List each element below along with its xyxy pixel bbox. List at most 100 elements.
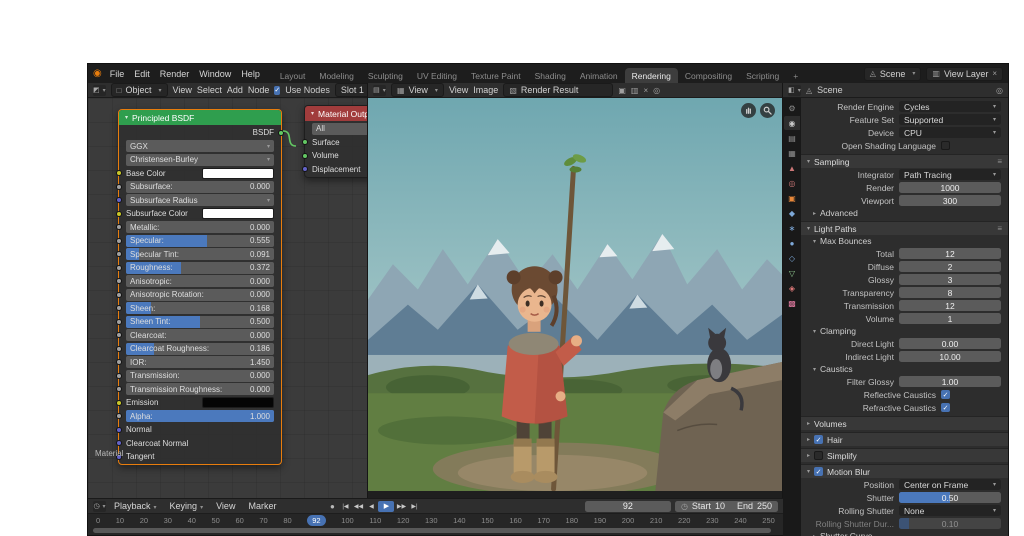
tab-tool[interactable]: ⚙ <box>784 101 800 115</box>
editor-type-dropdown[interactable]: ◷ <box>93 500 106 512</box>
remove-view-layer-icon[interactable]: × <box>992 69 997 78</box>
collapse-icon[interactable]: ▾ <box>311 110 314 117</box>
advanced-subpanel-header[interactable]: ▸ Advanced <box>801 207 1008 219</box>
value-slider[interactable]: Transmission: 0.000 <box>126 369 274 382</box>
tab-particles[interactable]: ∗ <box>784 221 800 235</box>
presets-icon[interactable]: ≡ <box>997 224 1002 233</box>
workspace-tab[interactable]: Scripting <box>739 68 786 83</box>
samples-render-field[interactable]: 1000 <box>899 182 1001 193</box>
caustics-subpanel-header[interactable]: ▾ Caustics <box>801 363 1008 375</box>
device-dropdown[interactable]: CPU ▾ <box>899 127 1001 138</box>
workspace-tab[interactable]: Layout <box>273 68 313 83</box>
workspace-tab[interactable]: + <box>786 68 805 83</box>
value-slider[interactable]: IOR: 1.450 <box>126 356 274 368</box>
frame-range-fields[interactable]: ◷ Start 10 End 250 <box>674 500 778 512</box>
float-input-socket[interactable] <box>116 278 122 284</box>
feature-set-dropdown[interactable]: Supported ▾ <box>899 114 1001 125</box>
value-slider[interactable]: Metallic: 0.000 <box>126 221 274 233</box>
motion-blur-checkbox[interactable] <box>814 467 824 476</box>
volume-input-socket[interactable] <box>302 152 308 159</box>
workspace-tab[interactable]: Modeling <box>312 68 361 83</box>
vector-input-socket[interactable] <box>116 440 122 446</box>
bounce-field[interactable]: 3 <box>899 274 1001 285</box>
editor-type-dropdown[interactable]: ◧ <box>788 84 801 96</box>
next-keyframe-button[interactable]: ▶▶ <box>395 501 407 512</box>
alpha-socket[interactable] <box>116 413 122 419</box>
image-editor-menu[interactable]: View <box>449 85 468 95</box>
zoom-button[interactable] <box>760 103 775 118</box>
editor-type-dropdown[interactable]: ◩ <box>93 84 106 96</box>
max-bounces-subpanel-header[interactable]: ▾ Max Bounces <box>801 235 1008 247</box>
float-input-socket[interactable] <box>116 332 122 338</box>
bounce-field[interactable]: 12 <box>899 248 1001 259</box>
tab-output[interactable]: ▤ <box>784 131 800 145</box>
render-engine-dropdown[interactable]: Cycles ▾ <box>899 101 1001 112</box>
hair-section-header[interactable]: ▸Hair <box>801 432 1008 446</box>
float-input-socket[interactable] <box>116 251 122 257</box>
float-input-socket[interactable] <box>116 372 122 379</box>
timeline-scrollbar[interactable] <box>88 526 783 535</box>
image-datablock-selector[interactable]: ▧ Render Result <box>503 83 614 97</box>
playback-menu[interactable]: Playback <box>109 500 162 512</box>
subsurface-color-socket[interactable] <box>116 210 122 217</box>
pin-icon[interactable]: ◎ <box>996 86 1003 95</box>
base-color-swatch[interactable] <box>202 167 274 179</box>
value-slider[interactable]: Specular: 0.555 <box>126 234 274 247</box>
image-mode-dropdown[interactable]: ▦ View <box>391 83 444 97</box>
unlink-image-icon[interactable]: × <box>643 86 648 95</box>
tab-texture[interactable]: ▩ <box>784 296 800 310</box>
view-menu[interactable]: View <box>211 500 240 512</box>
volumes-section-header[interactable]: ▸ Volumes <box>801 416 1008 430</box>
simplify-checkbox[interactable] <box>814 451 824 460</box>
rolling-shutter-duration-slider[interactable]: 0.10 <box>899 518 1001 529</box>
base-color-socket[interactable] <box>116 170 122 176</box>
value-slider[interactable]: Clearcoat Roughness: 0.186 <box>126 342 274 355</box>
subsurface-radius-socket[interactable] <box>116 197 122 203</box>
subsurface-method-dropdown[interactable]: Christensen-Burley ▾ <box>126 153 274 166</box>
render-image-view[interactable] <box>368 98 782 498</box>
use-nodes-checkbox[interactable] <box>274 85 281 95</box>
emission-swatch[interactable] <box>202 397 274 408</box>
float-input-socket[interactable] <box>116 318 122 325</box>
shader-menu[interactable]: Node <box>248 85 270 95</box>
tab-object[interactable]: ▣ <box>784 191 800 205</box>
workspace-tab[interactable]: Shading <box>528 68 573 83</box>
sampling-section-header[interactable]: ▾ Sampling ≡ <box>801 154 1008 168</box>
workspace-tab-active[interactable]: Rendering <box>624 68 678 83</box>
value-slider[interactable]: Clearcoat: 0.000 <box>126 329 274 341</box>
filter-glossy-field[interactable]: 1.00 <box>899 376 1001 387</box>
start-value[interactable]: 10 <box>715 501 725 511</box>
reflective-caustics-checkbox[interactable] <box>941 390 950 399</box>
output-target-dropdown[interactable]: All <box>312 122 367 135</box>
bounce-field[interactable]: 8 <box>899 287 1001 298</box>
displacement-input-socket[interactable] <box>302 166 308 172</box>
principled-node-header[interactable]: ▾ Principled BSDF <box>119 110 281 125</box>
motion-blur-section-header[interactable]: ▾Motion Blur <box>801 464 1008 478</box>
view-layer-selector[interactable]: ▥ View Layer × <box>926 66 1003 81</box>
workspace-tab[interactable]: Animation <box>573 68 625 83</box>
slot-dropdown[interactable]: Slot 1 <box>334 83 367 97</box>
new-image-icon[interactable]: ▣ <box>618 86 626 95</box>
direct-light-field[interactable]: 0.00 <box>899 338 1001 349</box>
topbar-menu[interactable]: Window <box>194 68 236 80</box>
node-editor-canvas[interactable]: ▾ Principled BSDF BSDF GGX ▾ Christensen… <box>88 98 367 498</box>
mb-shutter-slider[interactable]: 0.50 <box>899 492 1001 503</box>
subsurface-color-swatch[interactable] <box>202 208 274 219</box>
simplify-section-header[interactable]: ▸ Simplify <box>801 448 1008 462</box>
shader-menu[interactable]: Select <box>197 85 222 95</box>
value-slider[interactable]: Anisotropic Rotation: 0.000 <box>126 288 274 301</box>
float-input-socket[interactable] <box>116 264 122 271</box>
topbar-menu[interactable]: Help <box>236 68 265 80</box>
tab-view-layer[interactable]: ▦ <box>784 146 800 160</box>
autokey-record-button[interactable]: ● <box>326 501 338 512</box>
emission-socket[interactable] <box>116 399 122 406</box>
alpha-slider[interactable]: Alpha: 1.000 <box>126 410 274 422</box>
open-image-icon[interactable]: ▥ <box>631 86 639 95</box>
output-node-header[interactable]: ▾ Material Output <box>305 106 367 121</box>
rolling-shutter-dropdown[interactable]: None ▾ <box>899 505 1001 516</box>
surface-input-socket[interactable] <box>302 139 308 145</box>
prev-keyframe-button[interactable]: ◀◀ <box>352 501 364 512</box>
samples-viewport-field[interactable]: 300 <box>899 195 1001 206</box>
subsurface-radius-dropdown[interactable]: Subsurface Radius ▾ <box>126 194 274 206</box>
integrator-dropdown[interactable]: Path Tracing ▾ <box>899 169 1001 180</box>
